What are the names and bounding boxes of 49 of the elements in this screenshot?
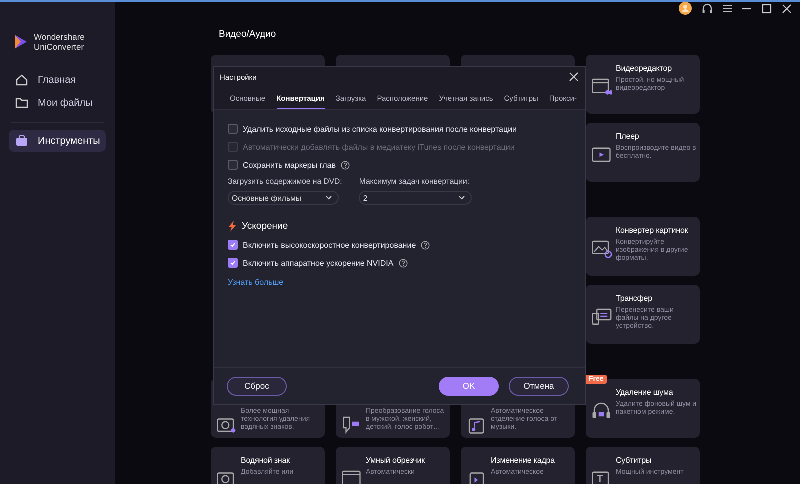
checkbox[interactable] — [228, 240, 238, 250]
option-label: Сохранить маркеры глав — [243, 160, 336, 170]
maximize-icon[interactable] — [762, 4, 772, 14]
avatar-icon[interactable] — [679, 2, 692, 15]
option-label: Удалить исходные файлы из списка конвертирования после конвертации — [243, 124, 517, 134]
tool-title: Водяной знак — [241, 456, 292, 466]
tool-title: Плеер — [616, 132, 640, 142]
section-heading: Ускорение — [242, 221, 288, 232]
tool-title: Умный обрезчик — [366, 456, 426, 466]
folder-icon — [15, 96, 29, 110]
option-label: Включить аппаратное ускорение NVIDIA — [243, 258, 394, 268]
help-icon[interactable] — [340, 160, 350, 170]
home-icon — [15, 73, 29, 87]
caret-icon — [459, 196, 466, 200]
check-icon — [230, 260, 236, 266]
help-icon[interactable] — [421, 240, 430, 250]
logo-icon — [14, 34, 28, 50]
checkbox[interactable] — [228, 258, 238, 268]
check-icon — [230, 242, 236, 248]
image-convert-icon — [591, 238, 612, 259]
learn-more-link[interactable]: Узнать больше — [228, 278, 284, 287]
help-icon[interactable] — [398, 258, 408, 268]
tool-title: Субтитры — [616, 456, 653, 466]
checkbox[interactable] — [228, 124, 238, 134]
lightning-icon — [228, 221, 237, 232]
toolbox-icon — [15, 134, 29, 148]
tool-title: Трансфер — [616, 294, 654, 304]
dialog-button[interactable]: Сброс — [227, 376, 287, 396]
nav-item[interactable]: Инструменты — [9, 130, 106, 152]
headset-icon[interactable] — [702, 2, 713, 14]
nav-item[interactable]: Главная — [9, 69, 106, 91]
tool-title: Видеоредактор — [616, 64, 673, 74]
menu-icon[interactable] — [723, 4, 732, 13]
option-label: Включить высокоскоростное конвертирование — [243, 240, 416, 250]
dialog-button[interactable]: Отмена — [509, 376, 569, 396]
tool-title: Изменение кадра — [491, 456, 556, 466]
devices-icon — [591, 306, 612, 327]
section-title: Видео/Аудио — [219, 29, 278, 40]
tool-title: Удаление шума — [616, 388, 674, 398]
nav-item[interactable]: Мои файлы — [9, 92, 106, 114]
headphones-icon — [591, 400, 612, 421]
option-label: Автоматически добавлять файлы в медиатеку iTunes после конвертации — [243, 142, 515, 152]
close-icon[interactable] — [782, 4, 792, 14]
caret-icon — [326, 196, 332, 200]
film-icon — [341, 468, 362, 484]
tool-title: Конвертер картинок — [616, 226, 690, 236]
close-button[interactable] — [569, 72, 579, 82]
checkbox[interactable] — [228, 160, 238, 170]
app-name: Wondershare UniConverter — [34, 32, 85, 52]
